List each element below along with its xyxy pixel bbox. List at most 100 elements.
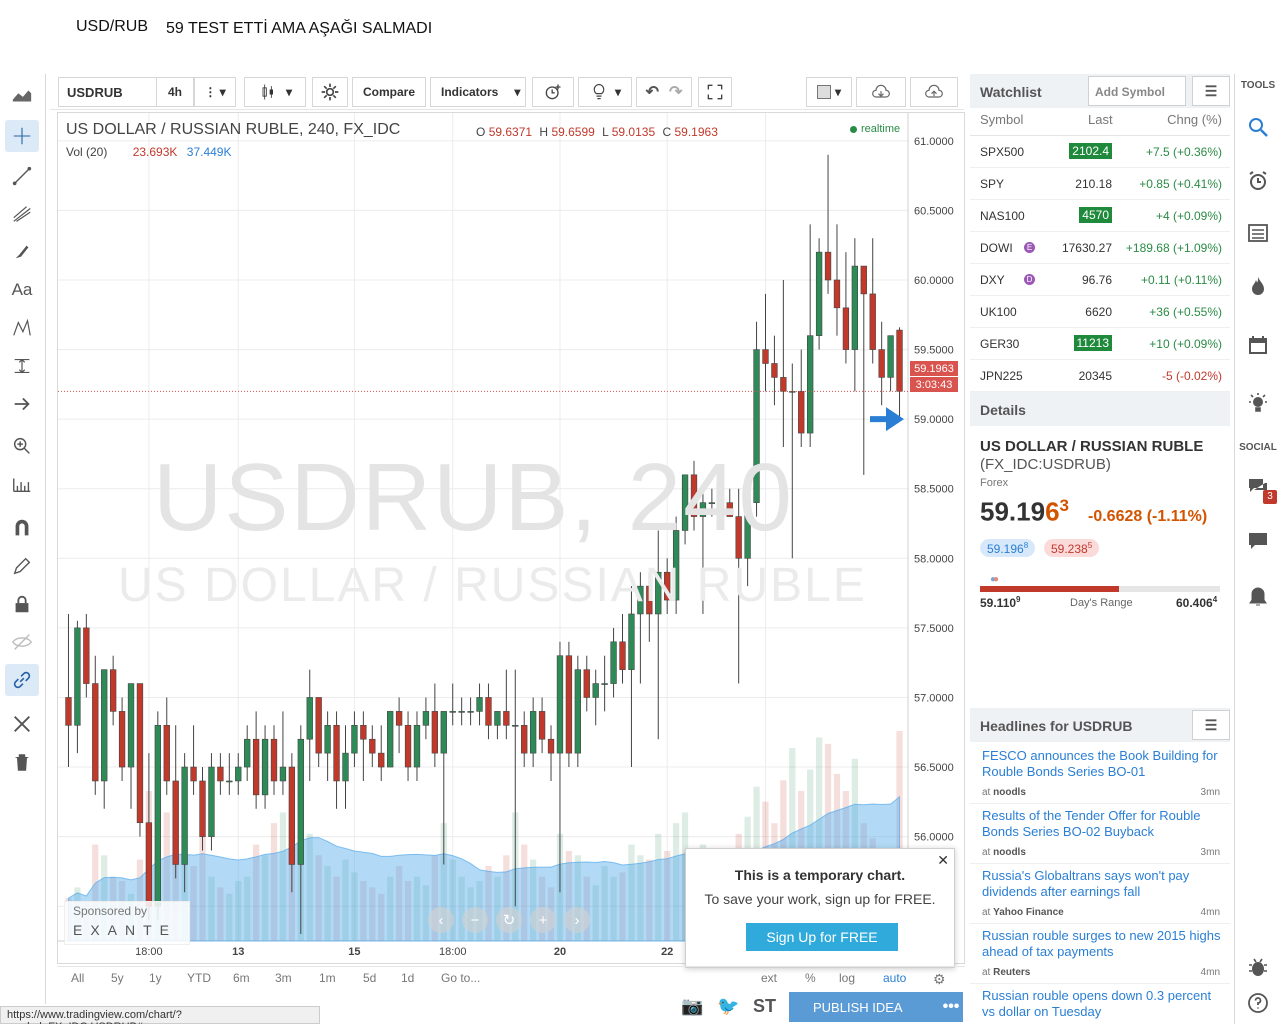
alert-button[interactable] (532, 77, 574, 107)
interval-dropdown[interactable]: ⋮ ▾ (194, 77, 236, 107)
bug-icon[interactable] (1241, 950, 1275, 984)
candle-body (261, 738, 269, 796)
ext-toggle[interactable]: ext (761, 971, 777, 985)
watchlist-row[interactable]: NAS100 4570 +4 (+0.09%) (970, 200, 1230, 232)
range-3m[interactable]: 3m (275, 971, 292, 985)
watchlist-row[interactable]: GER30 11213 +10 (+0.09%) (970, 328, 1230, 360)
col-symbol[interactable]: Symbol (980, 112, 1023, 127)
compare-button[interactable]: Compare (352, 77, 426, 107)
range-ytd[interactable]: YTD (187, 971, 211, 985)
range-1d[interactable]: 1d (401, 971, 414, 985)
logo-icon[interactable] (5, 80, 39, 112)
chart-pane[interactable]: 61.0000 60.5000 60.0000 59.5000 59.0000 58.50… (57, 112, 965, 964)
watchlist-row[interactable]: SPY 210.18 +0.85 (+0.41%) (970, 168, 1230, 200)
zoom-icon[interactable] (5, 430, 39, 462)
layout-button[interactable]: ▾ (806, 77, 852, 107)
percent-toggle[interactable]: % (805, 971, 816, 985)
measure-icon[interactable] (5, 350, 39, 382)
indicators-button[interactable]: Indicators ▾ (430, 77, 526, 107)
magnet-icon[interactable] (5, 512, 39, 544)
help-icon[interactable] (1241, 986, 1275, 1020)
range-5y[interactable]: 5y (111, 971, 124, 985)
arrow-icon[interactable] (5, 388, 39, 420)
ideas-button[interactable]: ▾ (578, 77, 632, 107)
calendar-icon[interactable] (1241, 328, 1275, 362)
candle-body (181, 766, 188, 865)
ruler-icon[interactable] (5, 468, 39, 500)
headline-title[interactable]: Russian rouble opens down 0.3 percent vs… (982, 988, 1224, 1020)
headline-title[interactable]: Results of the Tender Offer for Rouble B… (982, 808, 1224, 840)
private-chat-icon[interactable] (1241, 524, 1275, 558)
trend-line-icon[interactable] (5, 160, 39, 192)
pencil-lock-icon[interactable] (5, 550, 39, 582)
undo-icon[interactable]: ↶ (646, 82, 659, 102)
headline-title[interactable]: FESCO announces the Book Building for Ro… (982, 748, 1224, 780)
candle-body (610, 641, 617, 684)
camera-icon[interactable]: 📷 (681, 996, 703, 1017)
cloud-load-button[interactable] (856, 77, 906, 107)
headlines-menu-icon[interactable]: ☰ (1192, 710, 1230, 740)
watchlist-row[interactable]: UK100 6620 +36 (+0.55%) (970, 296, 1230, 328)
watchlist-row[interactable]: JPN225 20345 -5 (-0.02%) (970, 360, 1230, 392)
headline-title[interactable]: Russian rouble surges to new 2015 highs … (982, 928, 1224, 960)
reset-icon[interactable]: ↻ (496, 907, 522, 933)
ideas-bulb-icon[interactable] (1241, 386, 1275, 420)
more-icon[interactable]: ••• (943, 998, 960, 1016)
trash-icon[interactable] (5, 746, 39, 778)
goto-button[interactable]: Go to... (441, 971, 480, 985)
add-symbol-input[interactable]: Add Symbol (1088, 76, 1186, 106)
zoom-out-icon[interactable]: − (462, 907, 488, 933)
gear-icon[interactable]: ⚙ (933, 971, 946, 988)
pitchfork-icon[interactable] (5, 198, 39, 230)
interval-select[interactable]: 4h (156, 77, 194, 107)
range-1y[interactable]: 1y (149, 971, 162, 985)
range-6m[interactable]: 6m (233, 971, 250, 985)
watchlist-row[interactable]: DOWI E 17630.27 +189.68 (+1.09%) (970, 232, 1230, 264)
hotlist-fire-icon[interactable] (1241, 270, 1275, 304)
search-icon[interactable] (1241, 110, 1275, 144)
text-tool-icon[interactable]: Aa (5, 274, 39, 306)
hide-icon[interactable] (5, 626, 39, 658)
volume-label[interactable]: Vol (20) (66, 145, 107, 159)
notifications-bell-icon[interactable] (1241, 580, 1275, 614)
headline-item[interactable]: FESCO announces the Book Building for Ro… (970, 744, 1230, 804)
sponsor-box[interactable]: Sponsored by EXANTE (64, 901, 190, 945)
watchlist-menu-icon[interactable]: ☰ (1192, 76, 1230, 106)
fullscreen-button[interactable] (698, 77, 732, 107)
redo-icon[interactable]: ↷ (669, 82, 682, 102)
symbol-input[interactable]: USDRUB (58, 77, 158, 107)
auto-toggle[interactable]: auto (883, 971, 906, 985)
range-5d[interactable]: 5d (363, 971, 376, 985)
twitter-icon[interactable]: 🐦 (717, 996, 739, 1017)
zoom-in-icon[interactable]: + (530, 907, 556, 933)
list-icon[interactable] (1241, 216, 1275, 250)
cloud-save-button[interactable] (910, 77, 958, 107)
publish-idea-button[interactable]: PUBLISH IDEA ••• (789, 992, 963, 1022)
candle-body (833, 279, 841, 309)
settings-button[interactable] (312, 77, 348, 107)
range-1m[interactable]: 1m (319, 971, 336, 985)
stocktwits-icon[interactable]: ST (753, 996, 776, 1017)
col-change[interactable]: Chng (%) (1167, 112, 1222, 127)
scroll-right-icon[interactable]: › (564, 907, 590, 933)
tools-icon[interactable] (5, 708, 39, 740)
scroll-left-icon[interactable]: ‹ (428, 907, 454, 933)
alarm-clock-icon[interactable] (1241, 164, 1275, 198)
link-icon[interactable] (5, 664, 39, 696)
crosshair-icon[interactable] (5, 120, 39, 152)
watchlist-row[interactable]: SPX500 2102.4 +7.5 (+0.36%) (970, 136, 1230, 168)
lock-icon[interactable] (5, 588, 39, 620)
chart-type-button[interactable]: ▾ (244, 77, 306, 107)
watchlist-row[interactable]: DXY D 96.76 +0.11 (+0.11%) (970, 264, 1230, 296)
headline-title[interactable]: Russia's Globaltrans says won't pay divi… (982, 868, 1224, 900)
log-toggle[interactable]: log (839, 971, 855, 985)
headline-item[interactable]: Russia's Globaltrans says won't pay divi… (970, 864, 1230, 924)
headline-item[interactable]: Russian rouble surges to new 2015 highs … (970, 924, 1230, 984)
range-all[interactable]: All (71, 971, 84, 985)
headline-item[interactable]: Russian rouble opens down 0.3 percent vs… (970, 984, 1230, 1024)
signup-button[interactable]: Sign Up for FREE (746, 923, 898, 951)
col-last[interactable]: Last (1088, 112, 1113, 127)
brush-icon[interactable] (5, 236, 39, 268)
headline-item[interactable]: Results of the Tender Offer for Rouble B… (970, 804, 1230, 864)
pattern-icon[interactable] (5, 312, 39, 344)
